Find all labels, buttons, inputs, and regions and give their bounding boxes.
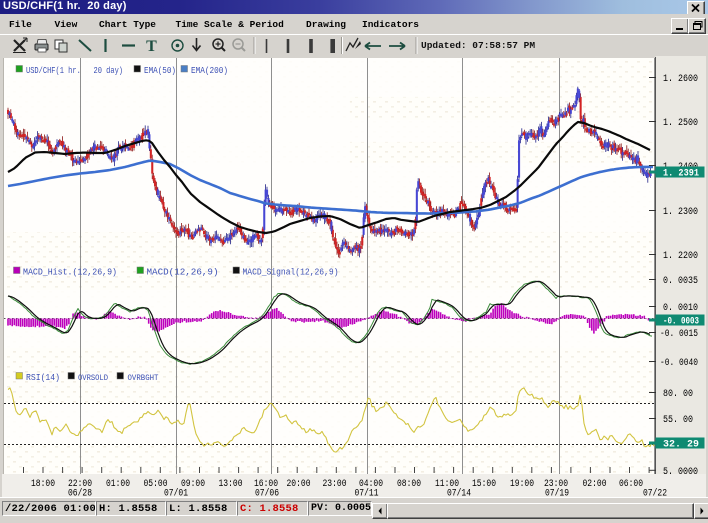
svg-text:1. 2300: 1. 2300 — [663, 207, 698, 218]
svg-text:07/11: 07/11 — [355, 488, 379, 500]
svg-text:1. 2391: 1. 2391 — [663, 169, 699, 180]
svg-text:EMA(50): EMA(50) — [144, 65, 176, 76]
svg-text:55. 00: 55. 00 — [663, 415, 693, 426]
svg-text:0. 0010: 0. 0010 — [663, 303, 698, 314]
svg-text:1. 2500: 1. 2500 — [663, 118, 698, 129]
svg-text:OVRBGHT: OVRBGHT — [128, 373, 159, 383]
svg-text:01:00: 01:00 — [106, 479, 130, 490]
svg-text:-0. 0040: -0. 0040 — [660, 358, 698, 369]
svg-text:07/22: 07/22 — [643, 488, 667, 500]
svg-text:07/06: 07/06 — [255, 488, 279, 500]
svg-text:EMA(200): EMA(200) — [191, 65, 228, 76]
svg-text:08:00: 08:00 — [397, 479, 421, 490]
svg-text:MACD_Signal(12,26,9): MACD_Signal(12,26,9) — [243, 268, 339, 278]
svg-text:5. 0000: 5. 0000 — [663, 467, 698, 478]
svg-text:13:00: 13:00 — [219, 479, 243, 490]
svg-text:OVRSOLD: OVRSOLD — [78, 373, 108, 383]
svg-text:18:00: 18:00 — [31, 479, 55, 490]
svg-text:USD/CHF(1 hr. 20 day): USD/CHF(1 hr. 20 day) — [26, 65, 123, 76]
svg-text:32. 29: 32. 29 — [663, 440, 699, 451]
svg-text:0. 0035: 0. 0035 — [663, 276, 698, 287]
svg-text:-0. 0015: -0. 0015 — [660, 329, 698, 340]
svg-text:1. 2200: 1. 2200 — [663, 251, 698, 262]
svg-text:20:00: 20:00 — [287, 479, 311, 490]
svg-text:MACD_Hist.(12,26,9): MACD_Hist.(12,26,9) — [23, 268, 117, 278]
svg-text:1. 2600: 1. 2600 — [663, 74, 698, 85]
svg-text:19:00: 19:00 — [510, 479, 534, 490]
svg-text:07/19: 07/19 — [545, 488, 569, 500]
svg-text:MACD(12,26,9): MACD(12,26,9) — [147, 268, 219, 278]
svg-text:06:00: 06:00 — [619, 479, 643, 490]
svg-text:07/01: 07/01 — [164, 488, 188, 500]
svg-text:15:00: 15:00 — [472, 479, 496, 490]
svg-text:23:00: 23:00 — [323, 479, 347, 490]
svg-text:80. 00: 80. 00 — [663, 389, 693, 400]
svg-text:06/28: 06/28 — [68, 488, 92, 500]
svg-text:RSI(14): RSI(14) — [26, 373, 60, 383]
svg-text:02:00: 02:00 — [583, 479, 607, 490]
svg-text:07/14: 07/14 — [447, 488, 471, 500]
svg-text:-0. 0003: -0. 0003 — [663, 317, 699, 328]
